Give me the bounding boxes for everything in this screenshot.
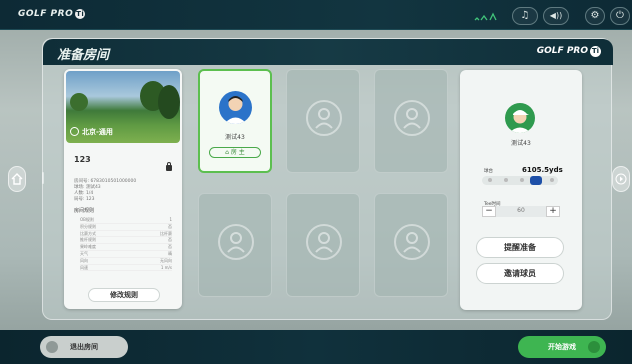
exit-icon bbox=[46, 341, 58, 353]
course-card: 北京-通用 123 房间号: 6783010501000000 球场: 测试43… bbox=[64, 69, 182, 309]
empty-player-slot[interactable] bbox=[374, 69, 448, 173]
app-logo: GOLF PRO Ti bbox=[18, 9, 86, 19]
empty-avatar-icon bbox=[218, 224, 254, 260]
gear-icon: ⚙ bbox=[590, 10, 600, 21]
power-icon: ⏻ bbox=[616, 10, 624, 21]
empty-avatar-icon bbox=[306, 224, 342, 260]
decrease-button[interactable]: − bbox=[482, 206, 496, 217]
invite-players-button[interactable]: 邀请球员 bbox=[476, 263, 564, 284]
next-page-button[interactable] bbox=[612, 166, 630, 192]
exit-room-button[interactable]: 退出房间 bbox=[40, 336, 128, 358]
home-button[interactable] bbox=[8, 166, 26, 192]
panel-logo: GOLF PRO Ti bbox=[536, 46, 601, 57]
tee-time-stepper: 60 − + bbox=[482, 206, 560, 217]
rule-row: OB规则 1 bbox=[80, 217, 172, 224]
course-image: 北京-通用 bbox=[66, 71, 180, 143]
music-icon: ♫ bbox=[520, 10, 530, 21]
tee-selector-active[interactable] bbox=[530, 176, 542, 185]
power-button[interactable]: ⏻ bbox=[610, 7, 630, 25]
player-slot-owner[interactable]: 测试43 ⌂ 房 主 bbox=[198, 69, 272, 173]
empty-player-slot[interactable] bbox=[286, 69, 360, 173]
room-number: 123 bbox=[74, 155, 91, 164]
rule-row: 积分规则否 bbox=[80, 223, 172, 231]
player-name: 测试43 bbox=[511, 140, 531, 147]
empty-player-slot[interactable] bbox=[198, 193, 272, 297]
play-arrow-icon bbox=[615, 173, 627, 185]
empty-player-slot[interactable] bbox=[374, 193, 448, 297]
tee-label: 球台 bbox=[484, 169, 493, 174]
rule-row: 风向 无风向 bbox=[80, 257, 172, 265]
owner-badge: ⌂ 房 主 bbox=[209, 147, 261, 158]
player-avatar bbox=[505, 103, 535, 133]
sound-button[interactable]: ◀)) bbox=[543, 7, 569, 25]
empty-avatar-icon bbox=[394, 100, 430, 136]
empty-avatar-icon bbox=[306, 100, 342, 136]
music-button[interactable]: ♫ bbox=[512, 7, 538, 25]
rule-row: 风速 1 m/s bbox=[80, 264, 172, 272]
tee-selector[interactable] bbox=[482, 176, 558, 185]
tee-value: 6105.5yds bbox=[522, 166, 563, 174]
room-info: 房间号: 6783010501000000 球场: 测试43 人数: 1/4 局… bbox=[74, 179, 137, 202]
home-icon bbox=[11, 173, 23, 185]
page-title: 准备房间 bbox=[57, 48, 110, 63]
owner-avatar bbox=[219, 91, 252, 124]
lock-icon bbox=[166, 162, 172, 171]
start-icon bbox=[588, 341, 600, 353]
rules-title: 房间规则 bbox=[74, 208, 95, 214]
remind-ready-button[interactable]: 提醒准备 bbox=[476, 237, 564, 258]
rules-list: OB规则 1 积分规则否 比赛方式 比杆赛 推杆规则否 果岭难度否 天气晴 风向 无风… bbox=[80, 217, 172, 272]
course-location: 北京-通用 bbox=[70, 127, 113, 137]
start-game-button[interactable]: 开始游戏 bbox=[518, 336, 606, 358]
network-status-icon bbox=[474, 11, 498, 21]
player-detail-card: 测试43 球台 6105.5yds Tee时间 60 − + 提醒准备 邀请球员 bbox=[460, 70, 582, 310]
settings-button[interactable]: ⚙ bbox=[585, 7, 605, 25]
owner-name: 测试43 bbox=[225, 134, 245, 141]
edit-rules-button[interactable]: 修改规则 bbox=[88, 288, 160, 302]
location-pin-icon bbox=[70, 127, 79, 136]
rule-row: 天气晴 bbox=[80, 250, 172, 258]
empty-player-slot[interactable] bbox=[286, 193, 360, 297]
panel-header: 准备房间 GOLF PRO Ti bbox=[43, 39, 613, 65]
increase-button[interactable]: + bbox=[546, 206, 560, 217]
rule-row: 果岭难度否 bbox=[80, 244, 172, 251]
top-bar: GOLF PRO Ti ♫ ◀)) ⚙ ⏻ bbox=[0, 0, 632, 30]
empty-avatar-icon bbox=[394, 224, 430, 260]
speaker-icon: ◀)) bbox=[549, 11, 563, 20]
bottom-bar: 退出房间 开始游戏 bbox=[0, 330, 632, 364]
